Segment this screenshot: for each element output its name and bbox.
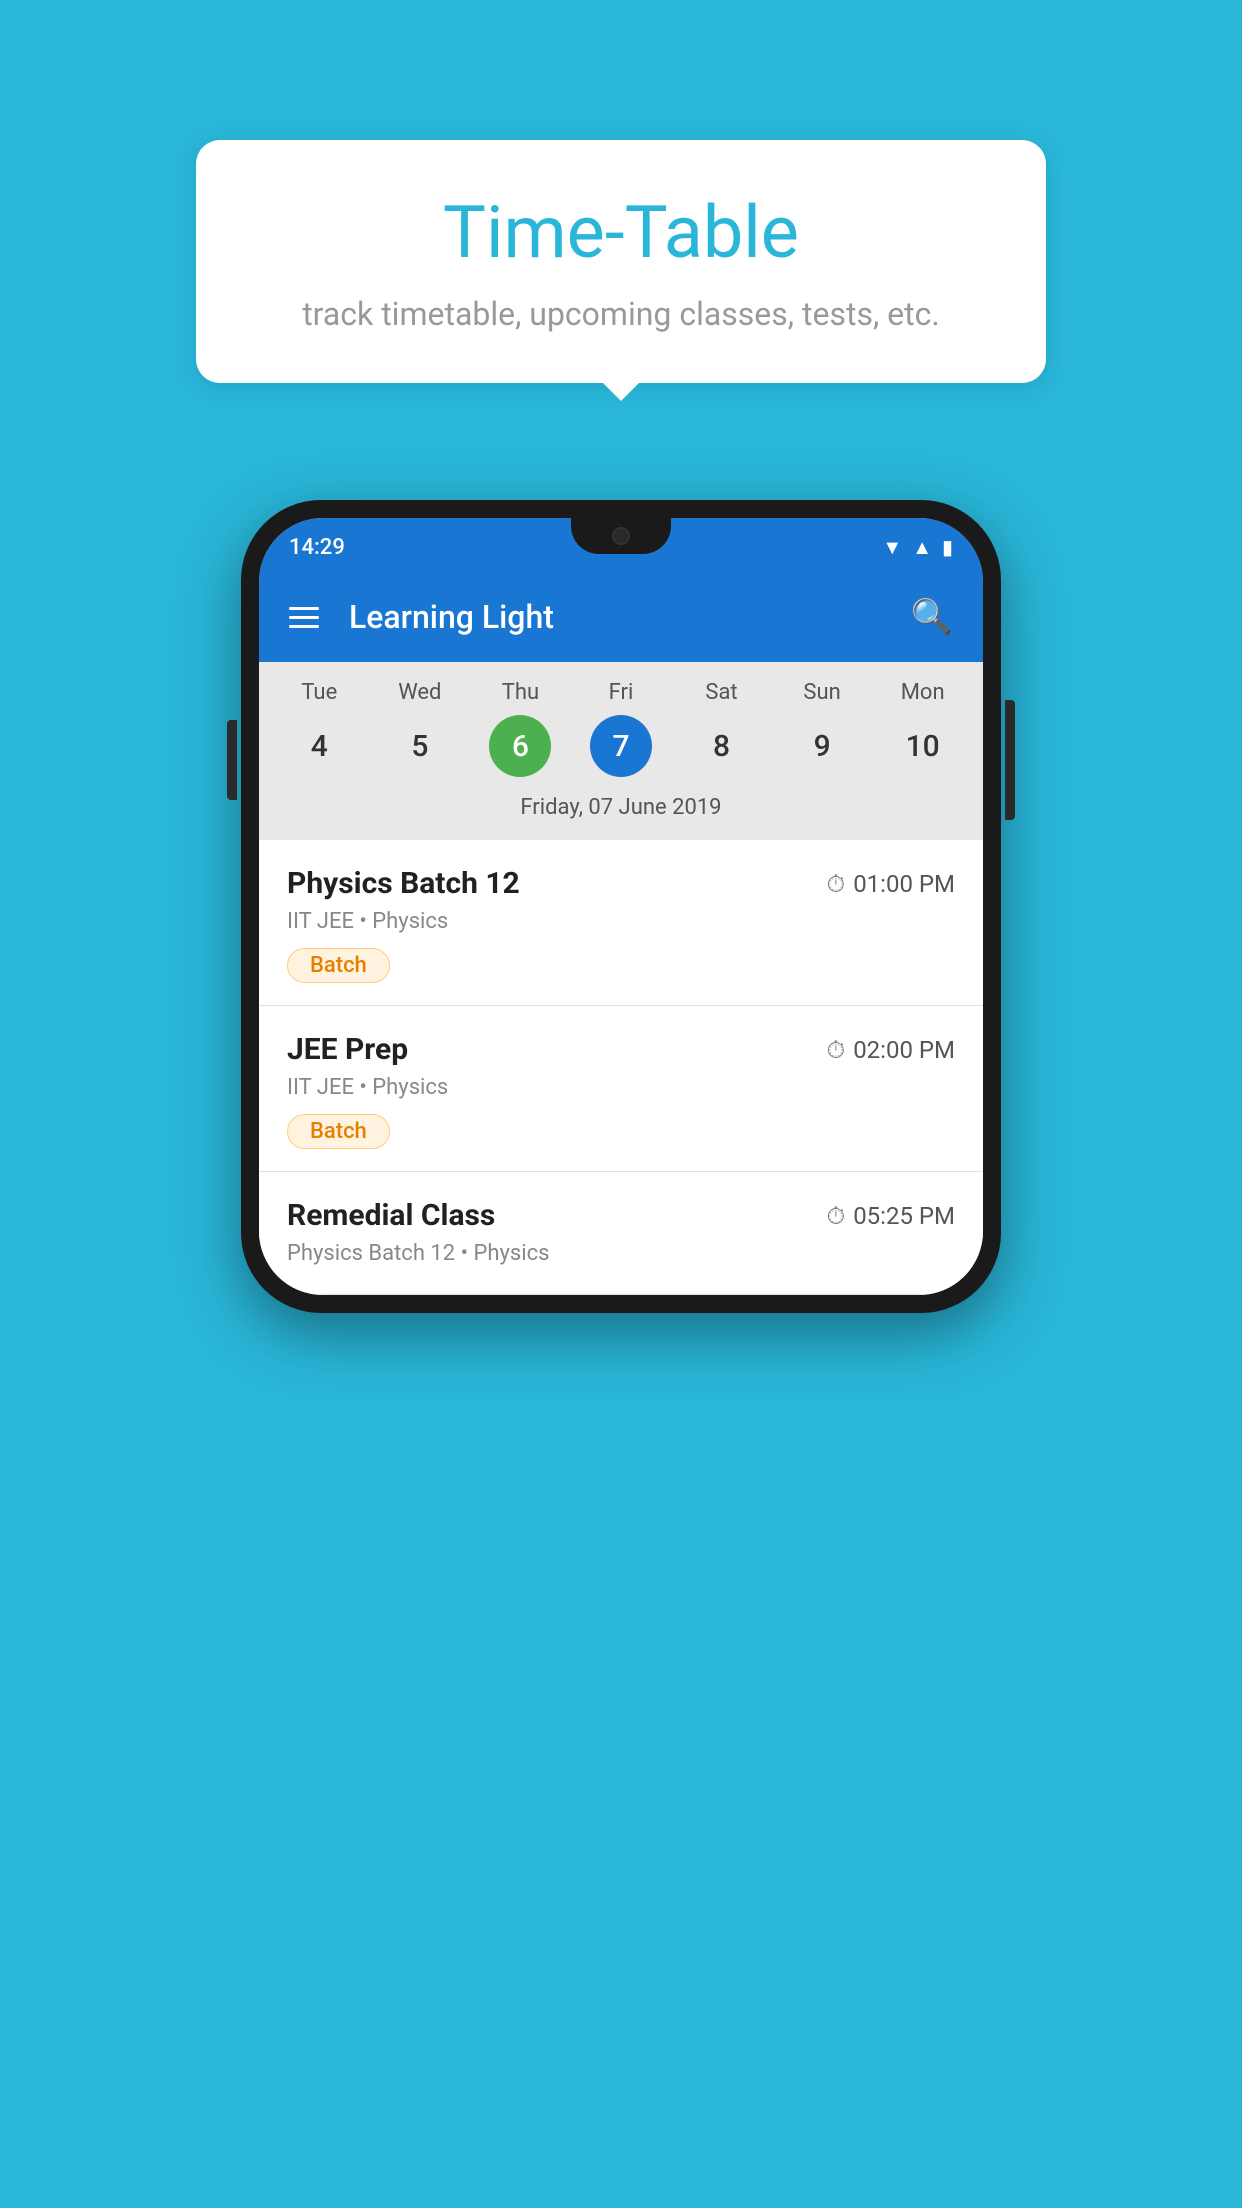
schedule-item[interactable]: JEE Prep ⏱ 02:00 PM IIT JEE • Physics Batch (259, 1006, 983, 1172)
day-cell-sun[interactable]: Sun 9 (777, 680, 867, 777)
clock-icon: ⏱ (826, 870, 845, 898)
day-number: 7 (590, 715, 652, 777)
search-icon[interactable]: 🔍 (911, 597, 953, 637)
day-name: Sat (705, 680, 737, 705)
speech-bubble: Time-Table track timetable, upcoming cla… (196, 140, 1046, 383)
phone-notch (571, 518, 671, 554)
day-cell-thu[interactable]: Thu 6 (475, 680, 565, 777)
day-name: Tue (301, 680, 337, 705)
day-number: 8 (691, 715, 753, 777)
day-name: Sun (803, 680, 840, 705)
calendar-strip: Tue 4 Wed 5 Thu 6 Fri 7 Sat 8 Sun 9 Mon 10 Friday, 07… (259, 662, 983, 840)
clock-icon: ⏱ (826, 1036, 845, 1064)
bubble-title: Time-Table (256, 190, 986, 275)
day-cell-sat[interactable]: Sat 8 (677, 680, 767, 777)
item-title: Physics Batch 12 (287, 866, 520, 901)
day-name: Mon (901, 680, 945, 705)
speech-bubble-container: Time-Table track timetable, upcoming cla… (196, 140, 1046, 383)
day-number: 6 (489, 715, 551, 777)
day-number: 9 (791, 715, 853, 777)
item-subtitle: IIT JEE • Physics (287, 1075, 955, 1100)
phone-mockup: 14:29 ▼ ▲ ▮ Learning Light 🔍 (241, 500, 1001, 1313)
day-number: 4 (288, 715, 350, 777)
front-camera (612, 527, 630, 545)
day-number: 5 (389, 715, 451, 777)
item-time-value: 05:25 PM (853, 1202, 955, 1230)
day-cell-wed[interactable]: Wed 5 (375, 680, 465, 777)
selected-date-label: Friday, 07 June 2019 (259, 785, 983, 832)
item-time-value: 02:00 PM (853, 1036, 955, 1064)
day-name: Thu (502, 680, 539, 705)
battery-icon: ▮ (942, 535, 953, 559)
app-bar: Learning Light 🔍 (259, 572, 983, 662)
schedule-list: Physics Batch 12 ⏱ 01:00 PM IIT JEE • Physi… (259, 840, 983, 1295)
day-cell-tue[interactable]: Tue 4 (274, 680, 364, 777)
app-bar-title: Learning Light (349, 598, 881, 636)
day-name: Wed (398, 680, 441, 705)
item-time-value: 01:00 PM (853, 870, 955, 898)
wifi-icon: ▼ (882, 535, 902, 560)
days-row: Tue 4 Wed 5 Thu 6 Fri 7 Sat 8 Sun 9 Mon 10 (259, 680, 983, 777)
bubble-subtitle: track timetable, upcoming classes, tests… (256, 295, 986, 333)
item-tag: Batch (287, 1114, 390, 1149)
status-icons: ▼ ▲ ▮ (882, 535, 953, 560)
item-subtitle: IIT JEE • Physics (287, 909, 955, 934)
schedule-item[interactable]: Physics Batch 12 ⏱ 01:00 PM IIT JEE • Physi… (259, 840, 983, 1006)
item-title: Remedial Class (287, 1198, 495, 1233)
schedule-item[interactable]: Remedial Class ⏱ 05:25 PM Physics Batch 12 … (259, 1172, 983, 1295)
phone-screen: 14:29 ▼ ▲ ▮ Learning Light 🔍 (259, 518, 983, 1295)
phone-outer: 14:29 ▼ ▲ ▮ Learning Light 🔍 (241, 500, 1001, 1313)
day-name: Fri (609, 680, 634, 705)
status-time: 14:29 (289, 535, 345, 560)
signal-icon: ▲ (912, 535, 932, 560)
day-cell-fri[interactable]: Fri 7 (576, 680, 666, 777)
item-subtitle: Physics Batch 12 • Physics (287, 1241, 955, 1266)
hamburger-menu-icon[interactable] (289, 607, 319, 628)
clock-icon: ⏱ (826, 1202, 845, 1230)
day-number: 10 (892, 715, 954, 777)
item-title: JEE Prep (287, 1032, 408, 1067)
item-tag: Batch (287, 948, 390, 983)
day-cell-mon[interactable]: Mon 10 (878, 680, 968, 777)
